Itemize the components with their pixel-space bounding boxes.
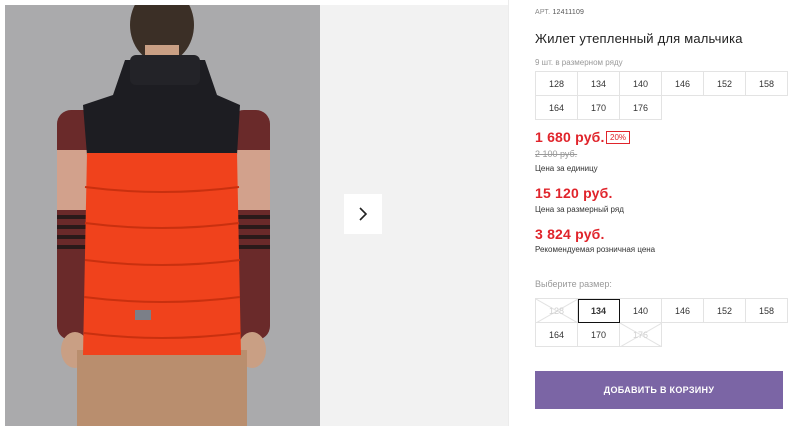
unit-price: 1 680 руб. [535,129,605,145]
next-image-button[interactable] [344,194,382,234]
size-row-cell: 176 [620,96,662,120]
rrp-price-caption: Рекомендуемая розничная цена [535,245,656,254]
rrp-price: 3 824 руб. [535,226,605,242]
size-row-cell: 158 [746,72,788,96]
size-picker: 128 134 140 146 152 158 164 170 176 [535,298,788,347]
product-photo [5,5,320,426]
size-option-146[interactable]: 146 [662,299,704,323]
sku: АРТ. 12411109 [535,9,584,16]
size-option-label: 128 [548,305,565,316]
set-price-caption: Цена за размерный ряд [535,205,624,214]
size-option-128[interactable]: 128 [536,299,578,323]
size-option-label: 152 [716,305,733,316]
product-title: Жилет утепленный для мальчика [535,31,743,46]
size-option-label: 176 [632,329,649,340]
choose-size-label: Выберите размер: [535,279,612,289]
set-price: 15 120 руб. [535,185,613,201]
size-row-cell: 164 [536,96,578,120]
divider [508,0,509,426]
size-option-label: 164 [548,329,565,340]
discount-badge: 20% [606,131,631,144]
size-option-170[interactable]: 170 [578,323,620,347]
size-option-134[interactable]: 134 [578,299,620,323]
unit-price-caption: Цена за единицу [535,164,598,173]
size-option-label: 134 [590,305,607,316]
size-row-cell: 170 [578,96,620,120]
size-row-cell: 140 [620,72,662,96]
size-row-grid: 128 134 140 146 152 158 164 170 176 [535,71,788,120]
old-price: 2 100 руб. [535,149,578,159]
size-row-cell: 128 [536,72,578,96]
size-option-152[interactable]: 152 [704,299,746,323]
sku-value: 12411109 [552,9,585,16]
add-to-cart-button[interactable]: ДОБАВИТЬ В КОРЗИНУ [535,371,783,409]
size-row-cell: 152 [704,72,746,96]
size-row-cell: 134 [578,72,620,96]
size-count: 9 шт. в размерном ряду [535,58,623,67]
size-option-label: 158 [758,305,775,316]
product-image [5,5,320,426]
size-row-cell: 146 [662,72,704,96]
size-option-label: 146 [674,305,691,316]
size-option-158[interactable]: 158 [746,299,788,323]
size-option-164[interactable]: 164 [536,323,578,347]
size-option-label: 170 [590,329,607,340]
product-page: АРТ. 12411109 Жилет утепленный для мальч… [0,0,800,426]
sku-label: АРТ. [535,9,551,16]
size-option-140[interactable]: 140 [620,299,662,323]
size-option-176[interactable]: 176 [620,323,662,347]
chevron-right-icon [359,207,368,221]
size-option-label: 140 [632,305,649,316]
